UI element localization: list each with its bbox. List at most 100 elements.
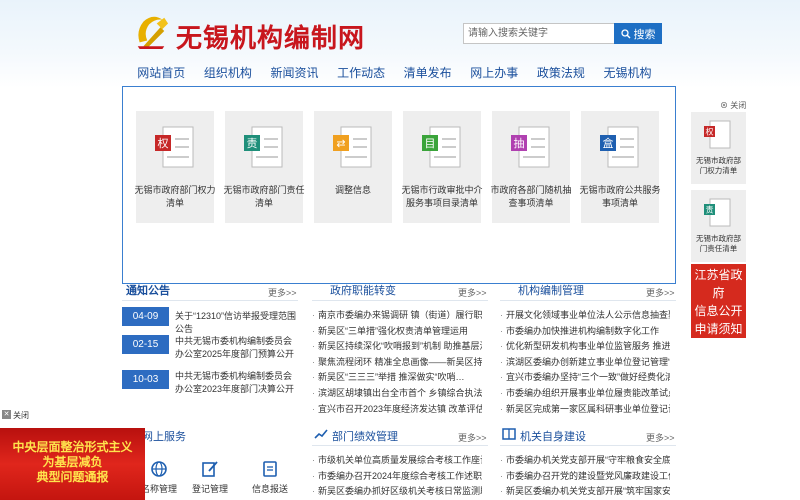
online-service-icons: 名称管理 登记管理 信息报送 <box>140 460 310 500</box>
list-item[interactable]: 市委编办召开党的建设暨党风廉政建设工作专题… <box>500 469 670 485</box>
jiangsu-info-disclosure-banner[interactable]: 江苏省政府 信息公开 申请须知 <box>691 264 746 338</box>
notice-title: 关于“12310”信访举报受理范围公告 <box>175 311 297 334</box>
search-button[interactable]: 搜索 <box>614 23 662 44</box>
list-item[interactable]: 宜兴市委编办坚持“三个一致”做好经费化清… <box>500 370 670 386</box>
list-item[interactable]: 新吴区持续深化“吹哨报到”机制 助推基层治… <box>312 339 482 355</box>
self-building-more-link[interactable]: 更多>> <box>646 431 675 444</box>
svg-text:⇄: ⇄ <box>336 137 345 150</box>
list-item[interactable]: 市委编办加快推进机构编制数字化工作 <box>500 324 670 340</box>
right-float-close-label: 关闭 <box>730 101 747 110</box>
list-item[interactable]: 优化新型研发机构事业单位监管服务 推进科技… <box>500 339 670 355</box>
list-item[interactable]: 市级机关单位高质量发展综合考核工作座谈会召… <box>312 453 482 469</box>
side-power-list-card[interactable]: 权 无锡市政府部门权力清单 <box>691 112 746 184</box>
institution-more-link[interactable]: 更多>> <box>646 286 675 299</box>
name-management-shortcut[interactable]: 名称管理 <box>140 460 178 495</box>
list-item[interactable]: 市委编办组织开展事业单位履责能改革试点“回… <box>500 386 670 402</box>
responsibility-list-icon: 责 <box>244 126 283 168</box>
list-item[interactable]: 新吴区“三单措”强化权责清单管理运用 <box>312 324 482 340</box>
list-item[interactable]: 新吴区“三三三”举措 推深做实“吹哨… <box>312 370 482 386</box>
main-nav: 网站首页 组织机构 新闻资讯 工作动态 清单发布 网上办事 政策法规 无锡机构 <box>128 62 661 84</box>
party-emblem-logo <box>137 16 169 50</box>
random-inspection-label: 市政府各部门随机抽查事项清单 <box>490 185 572 208</box>
globe-icon <box>151 461 167 477</box>
svg-text:权: 权 <box>158 137 169 150</box>
self-building-title: 机关自身建设 <box>520 431 586 443</box>
notice-title: 中共无锡市委机构编制委员会办公室2025年度部门预算公开 <box>175 336 295 359</box>
notices-more-link[interactable]: 更多>> <box>268 286 297 299</box>
list-item[interactable]: 开展文化领域事业单位法人公示信息抽查聚力提… <box>500 308 670 324</box>
performance-more-link[interactable]: 更多>> <box>458 431 487 444</box>
reform-more-link[interactable]: 更多>> <box>458 286 487 299</box>
notice-item[interactable]: 10-03 中共无锡市委机构编制委员会办公室2023年度部门决算公开 <box>122 370 298 400</box>
registration-label: 登记管理 <box>191 484 228 494</box>
search-button-label: 搜索 <box>633 28 656 41</box>
svg-text:目: 目 <box>425 137 436 150</box>
nav-home[interactable]: 网站首页 <box>128 62 195 84</box>
name-management-label: 名称管理 <box>140 484 177 494</box>
close-icon: ✕ <box>2 410 11 419</box>
nav-online-service[interactable]: 网上办事 <box>461 62 528 84</box>
svg-text:盒: 盒 <box>603 136 614 150</box>
search-input[interactable] <box>463 23 623 44</box>
banner-line: 中央层面整治形式主义 <box>12 440 133 454</box>
search-icon <box>620 28 630 38</box>
list-item[interactable]: 滨湖区委编办创新建立事业单位登记管理“信… <box>500 355 670 371</box>
svg-text:责: 责 <box>247 137 258 150</box>
banner-line: 江苏省政府 <box>694 268 743 300</box>
list-item[interactable]: 宜兴市召开2023年度经济发达镇 改革评估工作… <box>312 402 482 418</box>
list-item[interactable]: 滨湖区胡埭镇出台全市首个 乡镇综合执法“首… <box>312 386 482 402</box>
formalism-report-banner[interactable]: 中央层面整治形式主义 为基层减负 典型问题通报 <box>0 428 145 500</box>
right-float-close-button[interactable]: ⊗ 关闭 <box>720 100 746 111</box>
info-report-label: 信息报送 <box>251 484 288 494</box>
notice-date: 04-09 <box>122 307 169 326</box>
adjustment-info-card[interactable]: ⇄ <box>314 111 392 223</box>
nav-work-updates[interactable]: 工作动态 <box>328 62 395 84</box>
svg-text:责: 责 <box>706 205 714 215</box>
left-float-close-button[interactable]: ✕ 关闭 <box>2 410 29 421</box>
list-item[interactable]: 市委编办召开2024年度综合考核工作述职评议… <box>312 469 482 485</box>
institution-news-list: 开展文化领域事业单位法人公示信息抽查聚力提… 市委编办加快推进机构编制数字化工作… <box>500 308 670 417</box>
side-responsibility-list-card[interactable]: 责 无锡市政府部门责任清单 <box>691 190 746 262</box>
online-service-header: 网上服务 <box>122 425 298 445</box>
side-responsibility-list-label: 无锡市政府部门责任清单 <box>696 234 741 253</box>
nav-list-release[interactable]: 清单发布 <box>394 62 461 84</box>
notice-title: 中共无锡市委机构编制委员会办公室2023年度部门决算公开 <box>175 371 295 394</box>
notice-item[interactable]: 04-09 关于“12310”信访举报受理范围公告 <box>122 307 298 337</box>
self-building-news-list: 市委编办机关党支部开展“守牢粮食安全底线… 市委编办召开党的建设暨党风廉政建设工… <box>500 453 670 500</box>
edit-form-icon <box>202 461 218 477</box>
list-item[interactable]: 南京市委编办来锡调研 镇（街道）履行职责事… <box>312 308 482 324</box>
info-report-shortcut[interactable]: 信息报送 <box>250 460 290 495</box>
banner-line: 为基层减负 <box>42 455 103 469</box>
list-item[interactable]: 新吴区完成第一家区属科研事业单位登记设立 <box>500 402 670 418</box>
list-item[interactable]: 市委编办机关党支部开展“守牢粮食安全底线… <box>500 453 670 469</box>
notice-item[interactable]: 02-15 中共无锡市委机构编制委员会办公室2025年度部门预算公开 <box>122 335 298 365</box>
power-list-icon: 权 <box>704 120 731 149</box>
banner-line: 申请须知 <box>694 322 743 336</box>
nav-news[interactable]: 新闻资讯 <box>261 62 328 84</box>
adjustment-info-label: 调整信息 <box>334 185 371 195</box>
online-service-title: 网上服务 <box>142 431 186 443</box>
list-item[interactable]: 新吴区委编办抓好区级机关考核日常监测助力全… <box>312 484 482 500</box>
public-service-label: 无锡市政府公共服务事项清单 <box>579 185 661 208</box>
performance-title: 部门绩效管理 <box>332 431 398 443</box>
list-item[interactable]: 聚焦流程闭环 精准全息画像——新吴区持续探… <box>312 355 482 371</box>
line-chart-icon <box>314 429 328 439</box>
banner-line: 典型问题通报 <box>36 470 109 484</box>
list-item[interactable]: 新吴区委编办机关党支部开展“筑牢国家安全意识… <box>500 484 670 500</box>
notice-date: 02-15 <box>122 335 169 354</box>
left-float-close-label: 关闭 <box>13 411 29 420</box>
public-service-icon: 盒 <box>600 126 639 168</box>
responsibility-list-label: 无锡市政府部门责任清单 <box>223 185 305 208</box>
notices-title: 通知公告 <box>126 285 170 297</box>
nav-wuxi-institutions[interactable]: 无锡机构 <box>594 62 661 84</box>
book-icon <box>502 428 516 440</box>
nav-policy[interactable]: 政策法规 <box>528 62 595 84</box>
document-report-icon <box>263 461 277 477</box>
refresh-swap-icon: ⇄ <box>333 126 372 168</box>
power-list-icon: 权 <box>155 126 194 168</box>
nav-organization[interactable]: 组织机构 <box>195 62 262 84</box>
power-list-label: 无锡市政府部门权力清单 <box>134 185 216 208</box>
reform-title: 政府职能转变 <box>330 285 396 297</box>
registration-shortcut[interactable]: 登记管理 <box>190 460 230 495</box>
intermediary-service-label: 无锡市行政审批中介服务事项目录清单 <box>401 185 483 208</box>
